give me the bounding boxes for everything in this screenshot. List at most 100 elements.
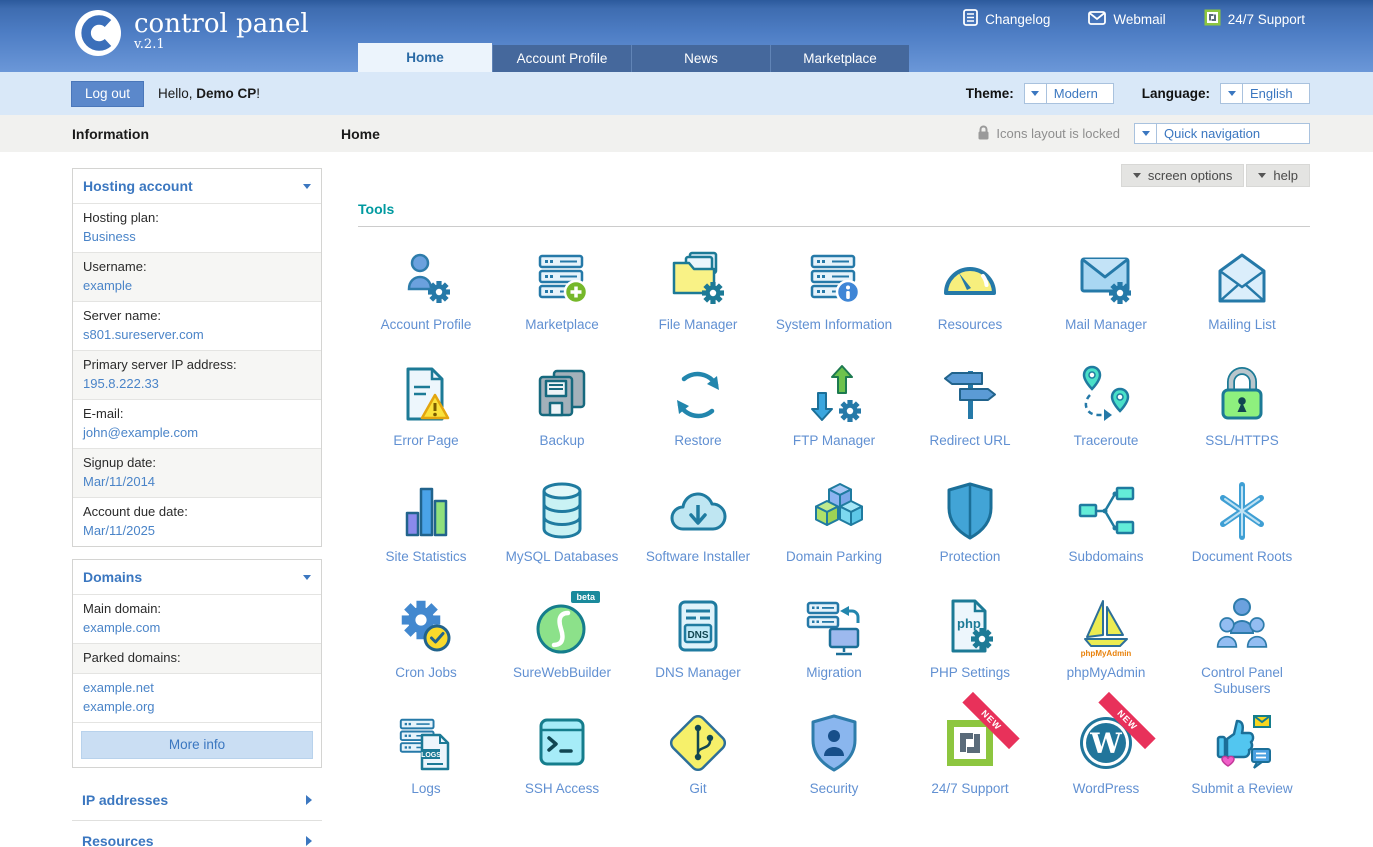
- greeting-username: Demo CP: [196, 86, 256, 101]
- beta-badge: beta: [571, 591, 600, 603]
- tool-git[interactable]: Git: [630, 697, 766, 813]
- logo-title: control panel: [134, 9, 309, 39]
- resources-gauge-icon: [938, 247, 1002, 311]
- tool-account-profile[interactable]: Account Profile: [358, 233, 494, 349]
- control-panel-page: control panel v.2.1 Changelog Webmail: [0, 0, 1373, 847]
- tab-home[interactable]: Home: [358, 43, 492, 72]
- backup-icon: [530, 363, 594, 427]
- tool-document-roots[interactable]: Document Roots: [1174, 465, 1310, 581]
- domains-panel: Domains Main domain: example.com Parked …: [72, 559, 322, 768]
- tool-phpmyadmin[interactable]: phpMyAdmin phpMyAdmin: [1038, 581, 1174, 697]
- tool-file-manager[interactable]: File Manager: [630, 233, 766, 349]
- domains-field-parked-values: example.net example.org: [73, 673, 321, 722]
- tool-control-panel-subusers[interactable]: Control Panel Subusers: [1174, 581, 1310, 697]
- tool-mailing-list[interactable]: Mailing List: [1174, 233, 1310, 349]
- theme-label: Theme:: [966, 86, 1014, 101]
- tool-submit-a-review[interactable]: Submit a Review: [1174, 697, 1310, 813]
- hosting-account-panel: Hosting account Hosting plan: Business U…: [72, 168, 322, 547]
- tab-marketplace[interactable]: Marketplace: [770, 45, 909, 72]
- main-area: screen options help Tools: [358, 154, 1310, 813]
- redirect-url-icon: [938, 363, 1002, 427]
- tool-system-information[interactable]: System Information: [766, 233, 902, 349]
- collapse-arrow-icon[interactable]: [303, 184, 311, 189]
- logo-version: v.2.1: [134, 37, 309, 52]
- webmail-link[interactable]: Webmail: [1088, 9, 1165, 29]
- tab-account-profile[interactable]: Account Profile: [492, 45, 631, 72]
- tool-cron-jobs[interactable]: Cron Jobs: [358, 581, 494, 697]
- expand-arrow-icon: [306, 836, 312, 846]
- protection-icon: [938, 479, 1002, 543]
- icons-locked-status: Icons layout is locked: [977, 125, 1120, 143]
- tool-mysql-databases[interactable]: MySQL Databases: [494, 465, 630, 581]
- subdomains-icon: [1074, 479, 1138, 543]
- tool-dns-manager[interactable]: DNS DNS Manager: [630, 581, 766, 697]
- help-button[interactable]: help: [1246, 164, 1310, 187]
- logo: control panel v.2.1: [74, 9, 309, 62]
- more-info-button[interactable]: More info: [81, 731, 313, 759]
- tool-domain-parking[interactable]: Domain Parking: [766, 465, 902, 581]
- domain-parking-icon: [802, 479, 866, 543]
- submit-review-icon: [1210, 711, 1274, 775]
- hosting-field-username: Username: example: [73, 252, 321, 301]
- chevron-down-icon: [1133, 173, 1141, 178]
- tool-protection[interactable]: Protection: [902, 465, 1038, 581]
- chevron-down-icon[interactable]: [1025, 84, 1047, 103]
- logs-icon: LOGS: [394, 711, 458, 775]
- tool-php-settings[interactable]: php PHP Settings: [902, 581, 1038, 697]
- screen-options-button[interactable]: screen options: [1121, 164, 1245, 187]
- tool-site-statistics[interactable]: Site Statistics: [358, 465, 494, 581]
- tool-logs[interactable]: LOGS Logs: [358, 697, 494, 813]
- sidebar-item-resources[interactable]: Resources: [72, 821, 322, 847]
- tool-ssh-access[interactable]: SSH Access: [494, 697, 630, 813]
- tool-security[interactable]: Security: [766, 697, 902, 813]
- divider: [358, 226, 1310, 227]
- svg-text:LOGS: LOGS: [421, 752, 441, 759]
- tool-subdomains[interactable]: Subdomains: [1038, 465, 1174, 581]
- tool-ssl-https[interactable]: SSL/HTTPS: [1174, 349, 1310, 465]
- tool-surewebbuilder[interactable]: beta SureWebBuilder: [494, 581, 630, 697]
- sidebar-item-ip-addresses[interactable]: IP addresses: [72, 780, 322, 821]
- greeting: Hello, Demo CP!: [158, 86, 260, 101]
- collapse-arrow-icon[interactable]: [303, 575, 311, 580]
- hosting-field-server-name: Server name: s801.sureserver.com: [73, 301, 321, 350]
- tool-resources[interactable]: Resources: [902, 233, 1038, 349]
- tool-redirect-url[interactable]: Redirect URL: [902, 349, 1038, 465]
- header-links: Changelog Webmail 24/7 Support: [963, 9, 1305, 29]
- tool-software-installer[interactable]: Software Installer: [630, 465, 766, 581]
- surewebbuilder-icon: beta: [530, 595, 594, 659]
- tool-marketplace[interactable]: Marketplace: [494, 233, 630, 349]
- tool-mail-manager[interactable]: Mail Manager: [1038, 233, 1174, 349]
- system-information-icon: [802, 247, 866, 311]
- hosting-field-due-date: Account due date: Mar/11/2025: [73, 497, 321, 546]
- mail-manager-icon: [1074, 247, 1138, 311]
- hosting-account-header[interactable]: Hosting account: [73, 169, 321, 203]
- tab-news[interactable]: News: [631, 45, 770, 72]
- language-select[interactable]: English: [1220, 83, 1310, 104]
- tool-support[interactable]: NEW 24/7 Support: [902, 697, 1038, 813]
- domains-header[interactable]: Domains: [73, 560, 321, 594]
- svg-text:DNS: DNS: [687, 630, 708, 641]
- hosting-field-ip: Primary server IP address: 195.8.222.33: [73, 350, 321, 399]
- tool-backup[interactable]: Backup: [494, 349, 630, 465]
- theme-select[interactable]: Modern: [1024, 83, 1114, 104]
- logout-button[interactable]: Log out: [71, 81, 144, 107]
- tool-restore[interactable]: Restore: [630, 349, 766, 465]
- tool-migration[interactable]: Migration: [766, 581, 902, 697]
- ssh-access-icon: [530, 711, 594, 775]
- git-icon: [666, 711, 730, 775]
- changelog-link[interactable]: Changelog: [963, 9, 1050, 29]
- header: control panel v.2.1 Changelog Webmail: [0, 0, 1373, 72]
- chevron-down-icon[interactable]: [1221, 84, 1243, 103]
- tool-traceroute[interactable]: Traceroute: [1038, 349, 1174, 465]
- phpmyadmin-icon: phpMyAdmin: [1074, 595, 1138, 659]
- wordpress-icon: W NEW: [1074, 711, 1138, 775]
- welcome-bar: Log out Hello, Demo CP! Theme: Modern La…: [0, 72, 1373, 115]
- tool-ftp-manager[interactable]: FTP Manager: [766, 349, 902, 465]
- document-roots-icon: [1210, 479, 1274, 543]
- expand-arrow-icon: [306, 795, 312, 805]
- support-link[interactable]: 24/7 Support: [1204, 9, 1305, 29]
- quick-navigation-select[interactable]: Quick navigation: [1134, 123, 1310, 144]
- chevron-down-icon[interactable]: [1135, 124, 1157, 143]
- tool-error-page[interactable]: Error Page: [358, 349, 494, 465]
- tool-wordpress[interactable]: W NEW WordPress: [1038, 697, 1174, 813]
